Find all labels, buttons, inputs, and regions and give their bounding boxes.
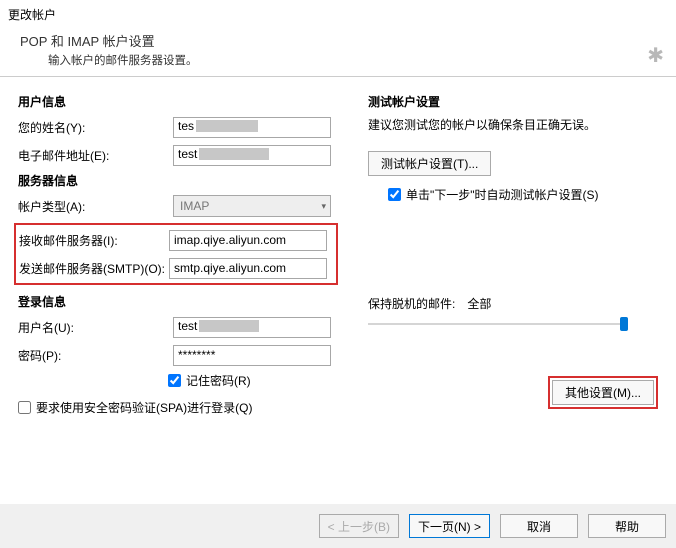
checkbox-remember-password[interactable] — [168, 374, 181, 387]
cursor-star-icon: ✱ — [647, 43, 664, 68]
section-user-info: 用户信息 — [18, 93, 338, 110]
checkbox-auto-test[interactable] — [388, 188, 401, 201]
label-spa: 要求使用安全密码验证(SPA)进行登录(Q) — [36, 399, 252, 416]
dialog-header: POP 和 IMAP 帐户设置 输入帐户的邮件服务器设置。 ✱ — [0, 27, 676, 77]
next-button[interactable]: 下一页(N) > — [409, 514, 490, 538]
test-settings-button[interactable]: 测试帐户设置(T)... — [368, 151, 491, 176]
highlight-more-settings: 其他设置(M)... — [548, 376, 658, 409]
label-offline-mail: 保持脱机的邮件: — [368, 295, 455, 312]
window-title: 更改帐户 — [0, 0, 676, 27]
header-title: POP 和 IMAP 帐户设置 — [20, 31, 656, 50]
test-advice-text: 建议您测试您的帐户以确保条目正确无误。 — [368, 116, 658, 133]
more-settings-button[interactable]: 其他设置(M)... — [552, 380, 654, 405]
input-password[interactable] — [173, 345, 331, 366]
input-outgoing-server[interactable] — [169, 258, 327, 279]
label-name: 您的姓名(Y): — [18, 119, 173, 136]
select-account-type: IMAP ▾ — [173, 195, 331, 217]
checkbox-spa[interactable] — [18, 401, 31, 414]
section-login-info: 登录信息 — [18, 293, 338, 310]
input-name-text: tes — [178, 119, 194, 133]
cancel-button[interactable]: 取消 — [500, 514, 578, 538]
input-name[interactable]: tes — [173, 117, 331, 138]
section-server-info: 服务器信息 — [18, 172, 338, 189]
input-username-text: test — [178, 319, 197, 333]
input-email-text: test — [178, 147, 197, 161]
input-email[interactable]: test — [173, 145, 331, 166]
help-button[interactable]: 帮助 — [588, 514, 666, 538]
label-outgoing-server: 发送邮件服务器(SMTP)(O): — [19, 260, 169, 277]
highlight-server-fields: 接收邮件服务器(I): 发送邮件服务器(SMTP)(O): — [14, 223, 338, 285]
section-test-settings: 测试帐户设置 — [368, 93, 658, 110]
chevron-down-icon: ▾ — [321, 201, 326, 212]
select-account-type-value: IMAP — [180, 199, 209, 213]
offline-slider[interactable] — [368, 314, 628, 334]
back-button: < 上一步(B) — [319, 514, 399, 538]
dialog-footer: < 上一步(B) 下一页(N) > 取消 帮助 — [0, 504, 676, 548]
label-password: 密码(P): — [18, 347, 173, 364]
label-incoming-server: 接收邮件服务器(I): — [19, 232, 169, 249]
value-offline-mail: 全部 — [467, 295, 491, 312]
input-username[interactable]: test — [173, 317, 331, 338]
input-incoming-server[interactable] — [169, 230, 327, 251]
label-account-type: 帐户类型(A): — [18, 198, 173, 215]
header-subtitle: 输入帐户的邮件服务器设置。 — [20, 52, 656, 68]
label-username: 用户名(U): — [18, 319, 173, 336]
label-auto-test: 单击"下一步"时自动测试帐户设置(S) — [406, 186, 599, 203]
slider-thumb[interactable] — [620, 317, 628, 331]
label-remember-password: 记住密码(R) — [186, 372, 251, 389]
label-email: 电子邮件地址(E): — [18, 147, 173, 164]
